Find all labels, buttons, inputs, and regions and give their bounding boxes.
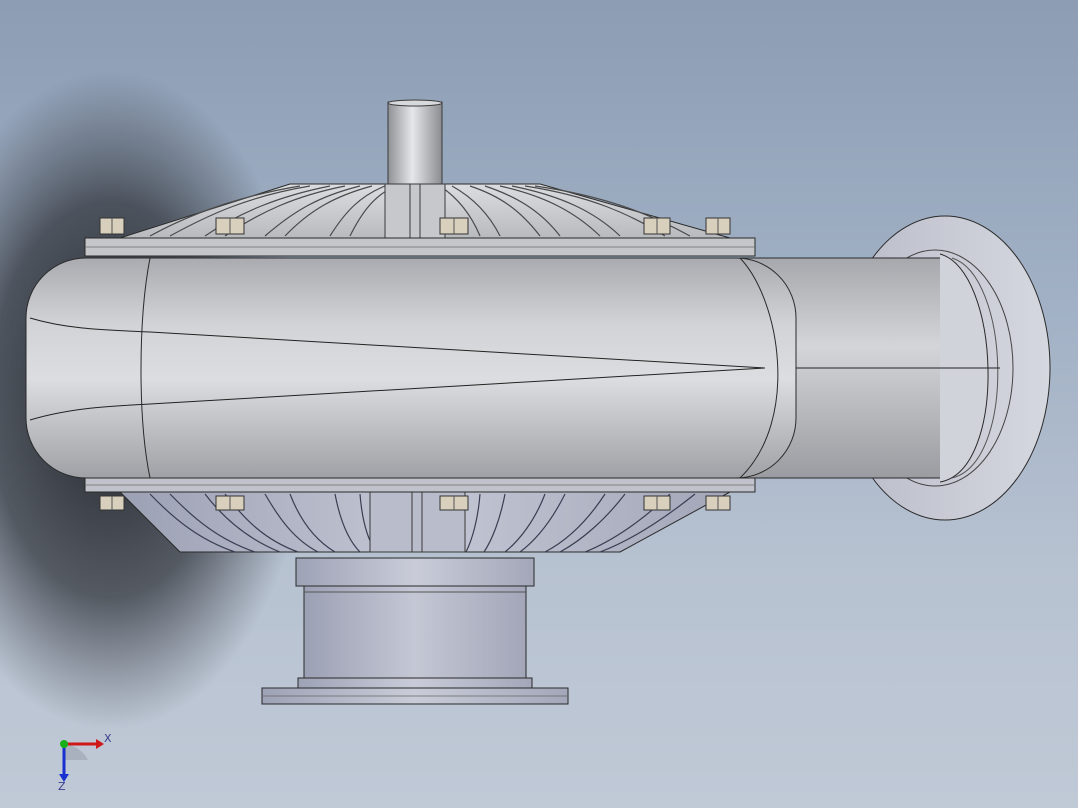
y-axis-dot	[60, 740, 68, 748]
x-axis-arrowhead	[96, 739, 104, 749]
bolt[interactable]	[643, 495, 671, 511]
bolt[interactable]	[215, 217, 245, 235]
cad-viewport[interactable]: X Z	[0, 0, 1078, 808]
lower-cover[interactable]	[118, 491, 731, 553]
bolt[interactable]	[439, 217, 469, 235]
bolt[interactable]	[99, 217, 125, 235]
x-axis-label: X	[104, 732, 112, 745]
bolt[interactable]	[705, 217, 731, 235]
bolt[interactable]	[705, 495, 731, 511]
bolt[interactable]	[439, 495, 469, 511]
model-view[interactable]	[0, 0, 1078, 808]
z-axis-label: Z	[58, 780, 66, 793]
volute-casing[interactable]	[25, 257, 797, 479]
inlet-nozzle[interactable]	[261, 557, 569, 705]
triad-shadow	[64, 744, 88, 760]
bolt[interactable]	[99, 495, 125, 511]
view-orientation-triad[interactable]: X Z	[40, 722, 130, 802]
bolt[interactable]	[215, 495, 245, 511]
bolt[interactable]	[643, 217, 671, 235]
drive-shaft[interactable]	[387, 99, 443, 187]
